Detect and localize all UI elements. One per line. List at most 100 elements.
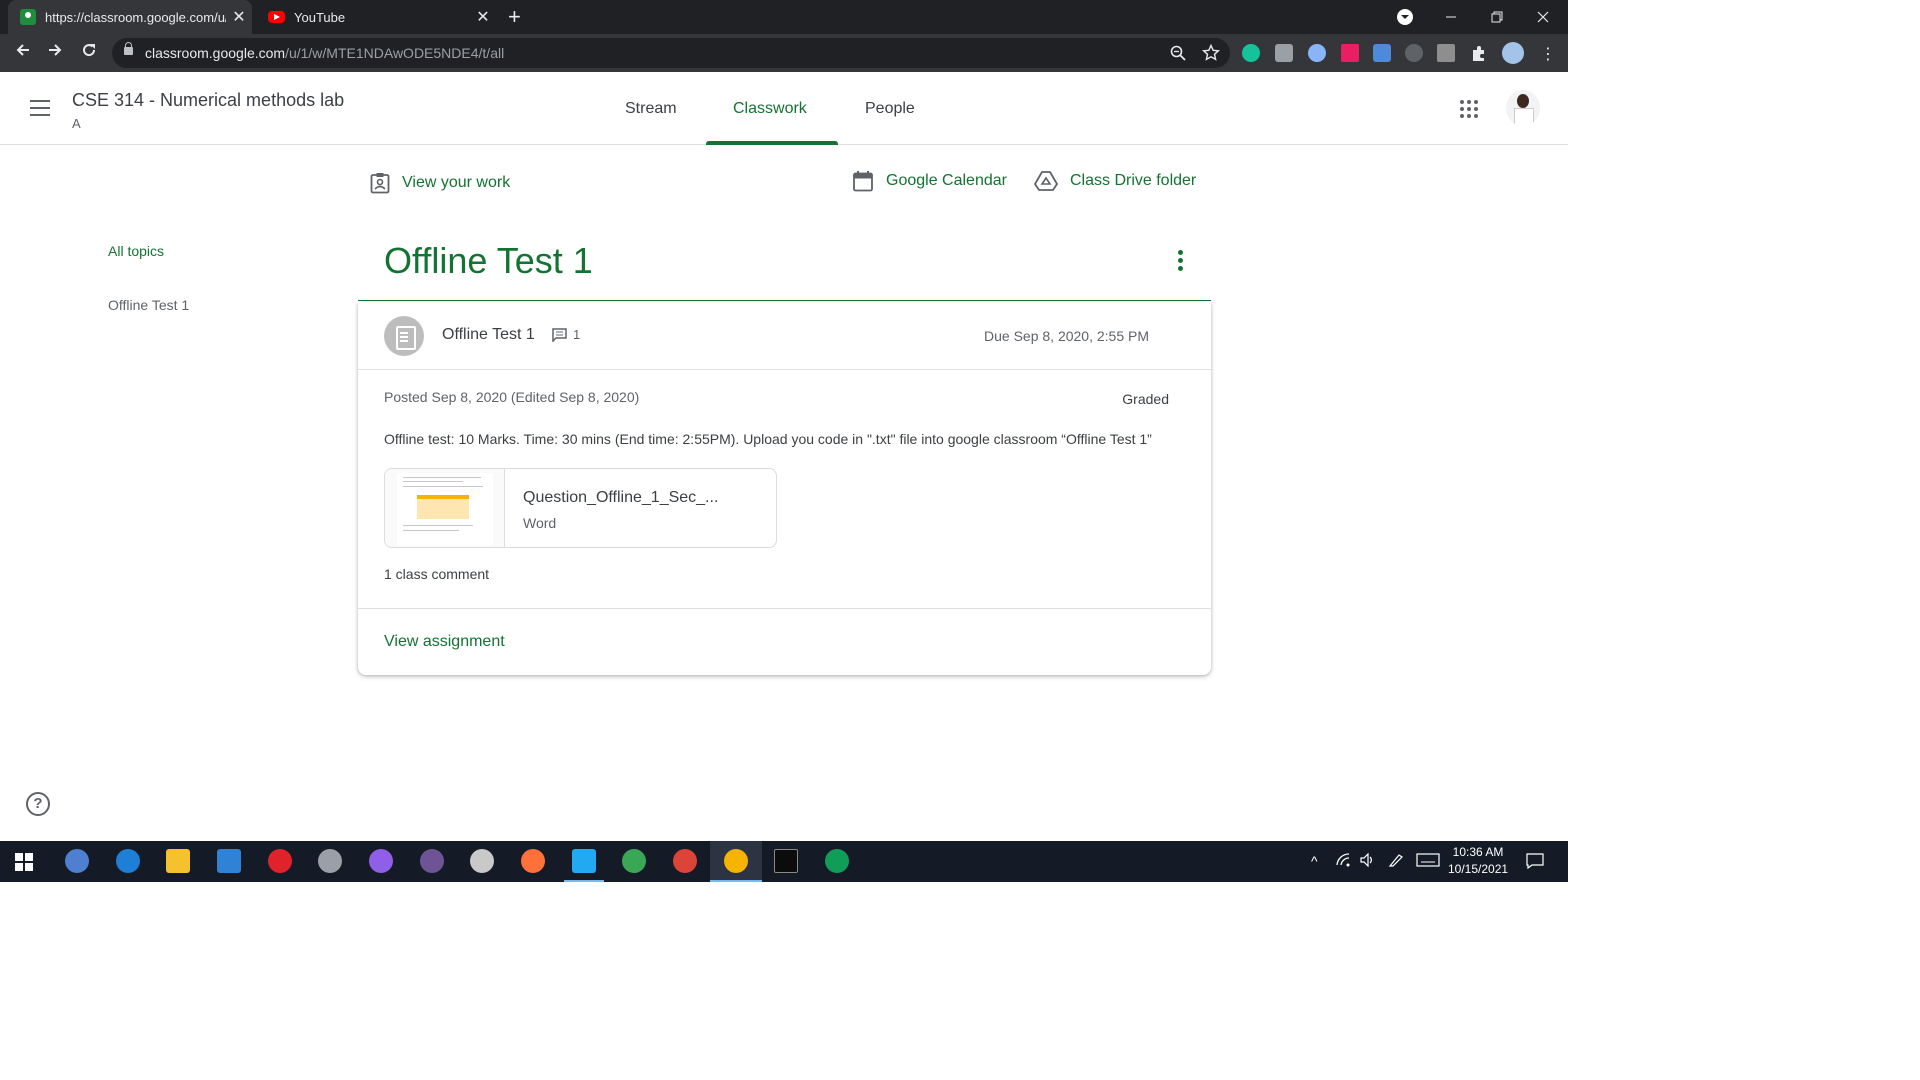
windows-start-icon[interactable] bbox=[15, 853, 33, 876]
apps-icon[interactable] bbox=[1460, 100, 1478, 118]
drive-icon bbox=[1034, 171, 1058, 191]
google-calendar-link[interactable]: Google Calendar bbox=[852, 170, 1007, 192]
chrome-icon[interactable] bbox=[825, 849, 849, 873]
clock-time: 10:36 AM bbox=[1452, 845, 1504, 859]
messenger-icon[interactable] bbox=[369, 849, 393, 873]
tab-people[interactable]: People bbox=[865, 100, 915, 118]
star-icon[interactable] bbox=[1201, 43, 1221, 67]
browser-toolbar: classroom.google.com/u/1/w/MTE1NDAwODE5N… bbox=[0, 34, 1568, 72]
profile-menu-icon[interactable] bbox=[1396, 0, 1414, 34]
posted-date: Posted Sep 8, 2020 (Edited Sep 8, 2020) bbox=[384, 389, 640, 405]
status-badge: Graded bbox=[1122, 391, 1169, 407]
attachment-type: Word bbox=[523, 515, 557, 531]
assignment-card: Offline Test 1 1 Due Sep 8, 2020, 2:55 P… bbox=[358, 302, 1211, 675]
attachment-thumbnail bbox=[385, 469, 505, 547]
tab-youtube[interactable]: YouTube ✕ bbox=[256, 0, 496, 34]
chrome-menu-icon[interactable]: ⋮ bbox=[1540, 44, 1556, 64]
wifi-icon[interactable] bbox=[1336, 853, 1352, 870]
address-bar[interactable]: classroom.google.com/u/1/w/MTE1NDAwODE5N… bbox=[112, 38, 1230, 68]
class-comments-link[interactable]: 1 class comment bbox=[384, 566, 489, 582]
app-icon[interactable] bbox=[622, 849, 646, 873]
chevron-up-icon[interactable]: ^ bbox=[1311, 853, 1318, 869]
google-calendar-label: Google Calendar bbox=[886, 172, 1007, 189]
view-your-work-link[interactable]: View your work bbox=[370, 172, 510, 194]
calendar-icon bbox=[853, 171, 873, 192]
active-tab-indicator bbox=[706, 141, 838, 145]
classroom-favicon-icon bbox=[20, 9, 36, 25]
tab-title: YouTube bbox=[294, 9, 346, 25]
file-explorer-icon[interactable] bbox=[166, 849, 190, 873]
keyboard-icon[interactable] bbox=[1416, 853, 1440, 870]
chrome-icon[interactable] bbox=[724, 849, 748, 873]
terminal-icon[interactable] bbox=[774, 849, 798, 873]
assignment-header[interactable]: Offline Test 1 1 Due Sep 8, 2020, 2:55 P… bbox=[358, 302, 1211, 370]
comment-count: 1 bbox=[552, 327, 580, 342]
class-drive-folder-link[interactable]: Class Drive folder bbox=[1034, 170, 1196, 192]
tab-classwork[interactable]: Classwork bbox=[733, 100, 807, 118]
download-extension-icon[interactable] bbox=[1373, 44, 1391, 62]
close-window-icon[interactable] bbox=[1536, 0, 1550, 34]
view-assignment-link[interactable]: View assignment bbox=[384, 633, 505, 651]
qbittorrent-icon[interactable] bbox=[65, 849, 89, 873]
restore-icon[interactable] bbox=[1490, 0, 1504, 34]
assignment-title: Offline Test 1 bbox=[442, 326, 535, 343]
card-divider bbox=[358, 608, 1211, 609]
app-icon[interactable] bbox=[318, 849, 342, 873]
zoom-icon[interactable] bbox=[1169, 44, 1187, 67]
topic-divider bbox=[358, 300, 1211, 301]
due-date: Due Sep 8, 2020, 2:55 PM bbox=[984, 328, 1149, 344]
class-section: A bbox=[72, 116, 81, 131]
firefox-icon[interactable] bbox=[521, 849, 545, 873]
app-icon[interactable] bbox=[470, 849, 494, 873]
volume-icon[interactable] bbox=[1360, 852, 1376, 870]
minimize-icon[interactable] bbox=[1444, 0, 1458, 34]
more-vert-icon[interactable] bbox=[1174, 250, 1186, 274]
help-icon[interactable]: ? bbox=[26, 792, 50, 816]
camera-extension-icon[interactable] bbox=[1275, 44, 1293, 62]
assignment-ind-icon bbox=[370, 173, 390, 194]
back-icon[interactable] bbox=[10, 40, 36, 66]
pen-icon[interactable] bbox=[1388, 853, 1404, 870]
comment-count-value: 1 bbox=[573, 327, 581, 342]
lock-icon bbox=[124, 42, 133, 55]
close-tab-icon[interactable]: ✕ bbox=[470, 7, 496, 27]
menu-icon[interactable] bbox=[30, 100, 50, 116]
youtube-favicon-icon bbox=[268, 11, 285, 23]
system-clock[interactable]: 10:36 AM 10/15/2021 bbox=[1448, 844, 1508, 878]
url-text: classroom.google.com/u/1/w/MTE1NDAwODE5N… bbox=[145, 45, 505, 61]
clock-date: 10/15/2021 bbox=[1448, 862, 1509, 876]
opera-icon[interactable] bbox=[268, 849, 292, 873]
class-drive-folder-label: Class Drive folder bbox=[1070, 172, 1197, 189]
attachment-card[interactable]: Question_Offline_1_Sec_... Word bbox=[384, 468, 777, 548]
extension-icon[interactable] bbox=[1308, 44, 1326, 62]
profile-avatar-icon[interactable] bbox=[1502, 42, 1524, 64]
tab-title: https://classroom.google.com/u/ bbox=[45, 9, 226, 25]
mail-icon[interactable] bbox=[217, 849, 241, 873]
chrome-icon[interactable] bbox=[673, 849, 697, 873]
topic-title: Offline Test 1 bbox=[384, 240, 593, 281]
edge-icon[interactable] bbox=[116, 849, 140, 873]
grammarly-extension-icon[interactable] bbox=[1242, 44, 1260, 62]
play-extension-icon[interactable] bbox=[1341, 44, 1359, 62]
notifications-icon[interactable] bbox=[1526, 853, 1544, 872]
reload-icon[interactable] bbox=[76, 40, 102, 66]
class-title[interactable]: CSE 314 - Numerical methods lab bbox=[72, 90, 344, 111]
assignment-icon bbox=[384, 316, 424, 356]
vscode-icon[interactable] bbox=[572, 849, 596, 873]
tab-stream[interactable]: Stream bbox=[625, 100, 677, 118]
attachment-name: Question_Offline_1_Sec_... bbox=[523, 489, 719, 506]
pen-extension-icon[interactable] bbox=[1437, 44, 1455, 62]
forward-icon[interactable] bbox=[42, 40, 68, 66]
comment-icon bbox=[552, 327, 567, 342]
github-icon[interactable] bbox=[420, 849, 444, 873]
sidebar-item-offline-test-1[interactable]: Offline Test 1 bbox=[108, 297, 189, 313]
close-tab-icon[interactable]: ✕ bbox=[226, 7, 252, 27]
sidebar-item-all-topics[interactable]: All topics bbox=[108, 243, 164, 259]
extensions-icon[interactable] bbox=[1470, 44, 1488, 67]
avatar[interactable] bbox=[1506, 90, 1540, 126]
new-tab-icon[interactable]: + bbox=[508, 4, 521, 30]
tab-classroom[interactable]: https://classroom.google.com/u/ ✕ bbox=[8, 0, 252, 34]
classroom-header: CSE 314 - Numerical methods lab A Stream… bbox=[0, 72, 1568, 145]
extension-icon[interactable] bbox=[1405, 44, 1423, 62]
view-your-work-label: View your work bbox=[402, 174, 511, 191]
